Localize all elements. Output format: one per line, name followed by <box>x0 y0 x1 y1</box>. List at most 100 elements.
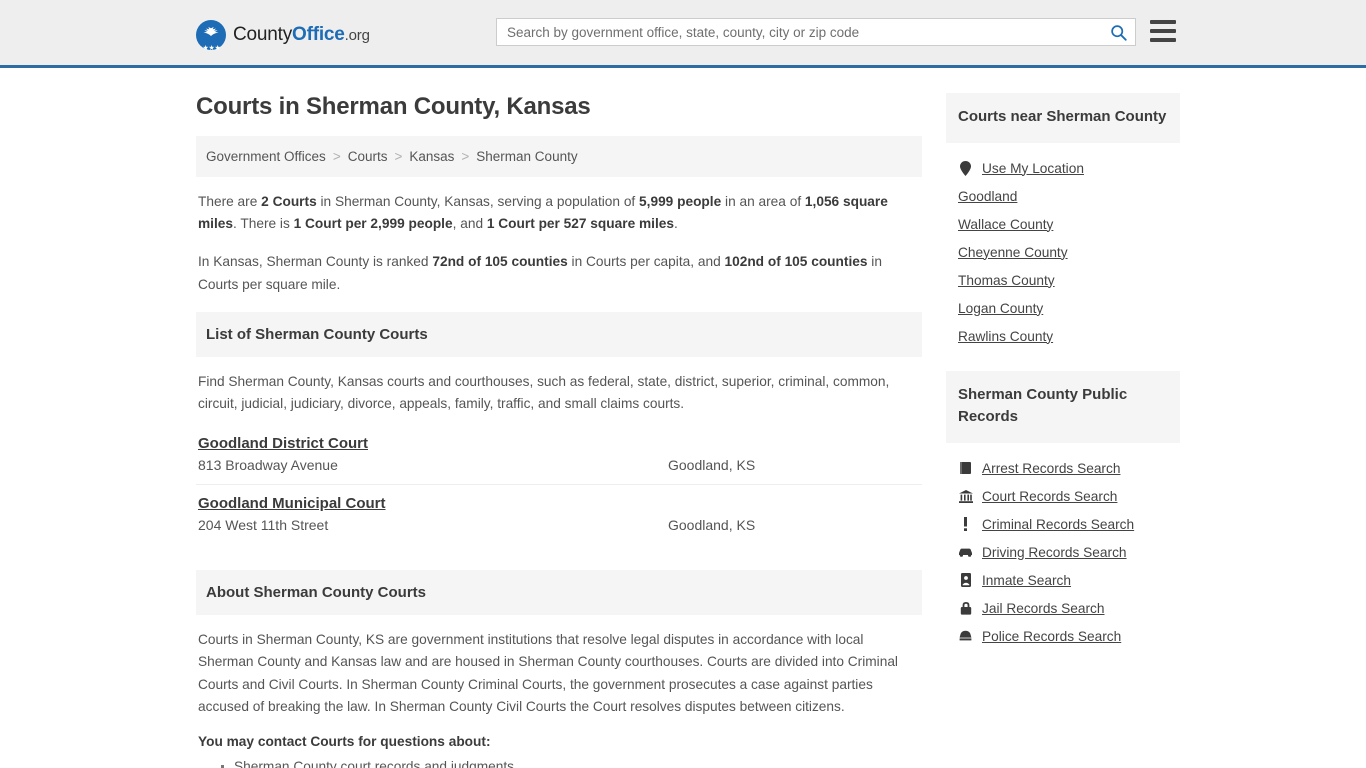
exclamation-icon <box>958 517 973 532</box>
public-record-link-jail-records-search[interactable]: Jail Records Search <box>982 601 1104 616</box>
search-bar[interactable] <box>496 18 1136 46</box>
public-record-row[interactable]: Inmate Search <box>958 567 1168 595</box>
sidebar: Courts near Sherman County Use My Locati… <box>946 93 1180 671</box>
breadcrumb-item-government-offices[interactable]: Government Offices <box>206 149 326 164</box>
nearby-link-goodland[interactable]: Goodland <box>958 189 1017 204</box>
contact-list: Sherman County court records and judgmen… <box>198 755 920 768</box>
court-address: 204 West 11th Street <box>198 517 329 534</box>
public-records-heading: Sherman County Public Records <box>946 370 1180 443</box>
stats-population: 5,999 people <box>639 194 722 209</box>
use-my-location-row[interactable]: Use My Location <box>958 155 1168 183</box>
statistics-paragraph-2: In Kansas, Sherman County is ranked 72nd… <box>198 251 920 295</box>
breadcrumb-item-kansas[interactable]: Kansas <box>409 149 454 164</box>
stats-text: In Kansas, Sherman County is ranked <box>198 254 433 270</box>
list-section-description: Find Sherman County, Kansas courts and c… <box>198 373 890 411</box>
court-list-item: Goodland Municipal Court 204 West 11th S… <box>196 485 922 544</box>
county-office-logo-icon: ★ ★ ★ <box>196 20 226 52</box>
public-record-row[interactable]: Jail Records Search <box>958 595 1168 623</box>
page-container: Courts in Sherman County, Kansas Governm… <box>0 68 1366 768</box>
stats-courts-count: 2 Courts <box>261 194 317 209</box>
court-name-link[interactable]: Goodland District Court <box>198 435 368 452</box>
hamburger-bar-3 <box>1150 38 1176 42</box>
breadcrumb-separator: > <box>394 149 403 164</box>
list-section-body: Find Sherman County, Kansas courts and c… <box>196 357 922 415</box>
public-record-link-police-records-search[interactable]: Police Records Search <box>982 629 1121 644</box>
search-button[interactable] <box>1101 19 1135 45</box>
about-section-heading: About Sherman County Courts <box>196 570 922 616</box>
stats-text: in Sherman County, Kansas, serving a pop… <box>316 194 640 209</box>
book-icon <box>958 461 973 476</box>
public-record-row[interactable]: Criminal Records Search <box>958 511 1168 539</box>
court-list: Goodland District Court 813 Broadway Ave… <box>196 425 922 544</box>
nearby-link-row[interactable]: Cheyenne County <box>958 239 1168 267</box>
site-header: ★ ★ ★ CountyOffice.org <box>0 0 1366 68</box>
public-record-row[interactable]: Court Records Search <box>958 483 1168 511</box>
stats-court-per-people: 1 Court per 2,999 people <box>293 216 453 232</box>
about-section-paragraph: Courts in Sherman County, KS are governm… <box>198 632 898 714</box>
nearby-link-row[interactable]: Wallace County <box>958 211 1168 239</box>
courthouse-icon <box>958 489 973 504</box>
nearby-link-rawlins-county[interactable]: Rawlins County <box>958 329 1053 344</box>
police-badge-icon <box>958 629 973 644</box>
public-records-panel: Sherman County Public Records Arrest Rec… <box>946 370 1180 651</box>
stats-court-per-area: 1 Court per 527 square miles <box>486 216 674 232</box>
public-record-row[interactable]: Driving Records Search <box>958 539 1168 567</box>
public-record-link-court-records-search[interactable]: Court Records Search <box>982 489 1117 504</box>
contact-list-item: Sherman County court records and judgmen… <box>221 755 920 768</box>
nearby-link-logan-county[interactable]: Logan County <box>958 301 1043 316</box>
stats-rank-per-capita: 72nd of 105 counties <box>432 254 568 270</box>
hamburger-menu-button[interactable] <box>1150 20 1176 42</box>
contact-heading: You may contact Courts for questions abo… <box>198 733 491 749</box>
stats-text: There are <box>198 194 262 209</box>
id-badge-icon <box>958 573 973 588</box>
nearby-link-wallace-county[interactable]: Wallace County <box>958 217 1053 232</box>
breadcrumb-separator: > <box>332 149 341 164</box>
hamburger-bar-2 <box>1150 29 1176 33</box>
nearby-link-row[interactable]: Rawlins County <box>958 323 1168 351</box>
map-pin-icon <box>958 160 973 176</box>
breadcrumb-item-sherman-county[interactable]: Sherman County <box>476 149 577 164</box>
brand-primary: County <box>233 24 293 45</box>
statistics-block: There are 2 Courts in Sherman County, Ka… <box>196 177 922 296</box>
use-my-location-link[interactable]: Use My Location <box>982 161 1084 176</box>
site-logo-link[interactable]: ★ ★ ★ CountyOffice.org <box>196 20 370 52</box>
breadcrumb-item-courts[interactable]: Courts <box>348 149 388 164</box>
statistics-paragraph-1: There are 2 Courts in Sherman County, Ka… <box>198 191 920 235</box>
court-name-link[interactable]: Goodland Municipal Court <box>198 495 386 512</box>
nearby-link-row[interactable]: Goodland <box>958 183 1168 211</box>
public-record-row[interactable]: Police Records Search <box>958 623 1168 651</box>
court-city: Goodland, KS <box>668 517 756 534</box>
stats-text: in an area of <box>721 194 805 209</box>
brand-wordmark: CountyOffice.org <box>233 24 370 46</box>
nearby-link-row[interactable]: Thomas County <box>958 267 1168 295</box>
stats-text: , and <box>452 216 487 232</box>
public-record-link-inmate-search[interactable]: Inmate Search <box>982 573 1071 588</box>
court-address: 813 Broadway Avenue <box>198 457 338 474</box>
public-record-link-criminal-records-search[interactable]: Criminal Records Search <box>982 517 1134 532</box>
nearby-courts-panel: Courts near Sherman County Use My Locati… <box>946 93 1180 351</box>
brand-secondary: Office <box>292 24 345 45</box>
car-icon <box>958 545 973 560</box>
eagle-icon <box>203 27 219 36</box>
breadcrumb: Government Offices > Courts > Kansas > S… <box>196 136 922 177</box>
search-input[interactable] <box>497 19 1101 45</box>
court-detail-row: 204 West 11th Street Goodland, KS <box>198 517 920 533</box>
list-section-heading: List of Sherman County Courts <box>196 311 922 357</box>
public-record-row[interactable]: Arrest Records Search <box>958 455 1168 483</box>
main-content: Courts in Sherman County, Kansas Governm… <box>196 68 922 768</box>
lock-icon <box>958 601 973 616</box>
public-records-links: Arrest Records Search Court Records Sear… <box>946 443 1180 651</box>
page-title: Courts in Sherman County, Kansas <box>196 93 591 120</box>
stats-text: in Courts per capita, and <box>567 254 725 270</box>
court-detail-row: 813 Broadway Avenue Goodland, KS <box>198 457 920 473</box>
breadcrumb-separator: > <box>461 149 470 164</box>
nearby-courts-heading: Courts near Sherman County <box>946 93 1180 143</box>
nearby-link-thomas-county[interactable]: Thomas County <box>958 273 1055 288</box>
hamburger-bar-1 <box>1150 20 1176 24</box>
brand-tld: .org <box>344 27 370 44</box>
nearby-link-cheyenne-county[interactable]: Cheyenne County <box>958 245 1068 260</box>
court-list-item: Goodland District Court 813 Broadway Ave… <box>196 425 922 486</box>
nearby-link-row[interactable]: Logan County <box>958 295 1168 323</box>
public-record-link-arrest-records-search[interactable]: Arrest Records Search <box>982 461 1120 476</box>
public-record-link-driving-records-search[interactable]: Driving Records Search <box>982 545 1127 560</box>
